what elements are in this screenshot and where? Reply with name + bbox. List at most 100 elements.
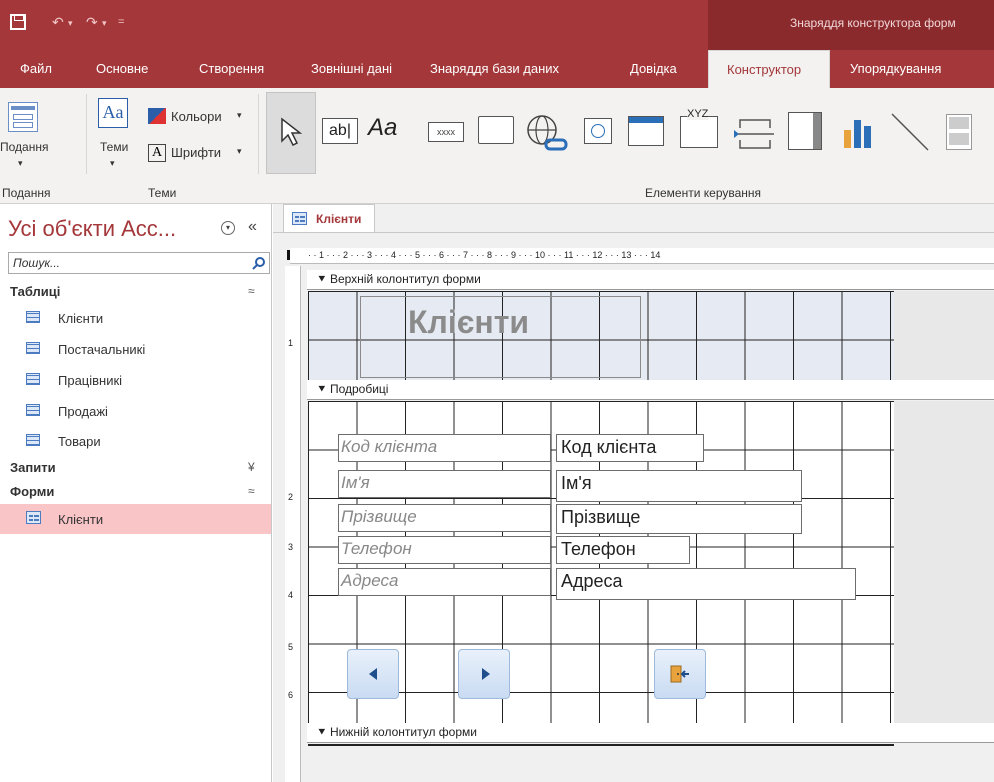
label-first-name[interactable]: Ім'я	[338, 470, 551, 498]
combo-box-icon[interactable]	[788, 112, 822, 150]
tab-database-tools[interactable]: Знаряддя бази даних	[430, 61, 559, 76]
tab-help[interactable]: Довідка	[630, 61, 677, 76]
nav-item-table-sales[interactable]: Продажі	[0, 396, 271, 426]
section-detail-bar[interactable]: ⯆ Подробиці	[307, 380, 994, 400]
nav-item-form-clients[interactable]: Клієнти	[0, 504, 271, 534]
table-icon	[26, 434, 40, 446]
group-tables[interactable]: Таблиці	[10, 284, 60, 299]
view-button[interactable]: Подання	[0, 140, 48, 154]
tab-external-data[interactable]: Зовнішні дані	[311, 61, 392, 76]
themes-icon[interactable]: Aa	[98, 98, 128, 128]
fonts-icon[interactable]: A	[148, 144, 166, 162]
nav-menu-icon[interactable]: ▾	[221, 221, 235, 235]
group-label-themes: Теми	[148, 186, 177, 200]
tab-divider	[273, 232, 994, 233]
option-group-label: XYZ	[687, 108, 709, 120]
label-phone[interactable]: Телефон	[338, 536, 551, 564]
section-footer-bar[interactable]: ⯆ Нижній колонтитул форми	[307, 723, 994, 743]
toggle-button-icon[interactable]	[946, 114, 972, 150]
label-last-name[interactable]: Прізвище	[338, 504, 551, 532]
redo-icon[interactable]: ↷	[86, 14, 98, 31]
collapse-pane-icon[interactable]: «	[248, 218, 257, 236]
textbox-address[interactable]: Адреса	[556, 568, 856, 600]
chart-icon[interactable]	[840, 116, 876, 150]
undo-icon[interactable]: ↶	[52, 14, 64, 31]
themes-dropdown-icon[interactable]: ▾	[110, 158, 115, 169]
fonts-button[interactable]: Шрифти	[171, 145, 221, 160]
redo-dropdown-icon[interactable]: ▾	[102, 18, 107, 29]
hyperlink-icon[interactable]	[524, 112, 570, 154]
form-icon	[26, 511, 41, 524]
group-queries[interactable]: Запити	[10, 460, 56, 475]
search-icon[interactable]	[252, 256, 266, 270]
textbox-tool-icon[interactable]: ab|	[322, 118, 358, 144]
select-tool-button[interactable]	[266, 92, 316, 174]
exit-door-icon	[670, 665, 689, 683]
ribbon: Подання ▾ Aa Теми ▾ Кольори ▾ A Шрифти ▾…	[0, 88, 994, 204]
group-forms[interactable]: Форми	[10, 484, 54, 499]
separator	[86, 94, 87, 174]
page-break-icon[interactable]	[734, 118, 776, 150]
chevron-up-icon[interactable]: ≈	[248, 484, 255, 498]
nav-pane-title[interactable]: Усі об'єкти Acc...	[8, 216, 176, 242]
context-title: Знаряддя конструктора форм	[708, 0, 994, 50]
previous-record-button[interactable]	[347, 649, 399, 699]
close-form-button[interactable]	[654, 649, 706, 699]
form-title-label[interactable]: Клієнти	[408, 304, 529, 341]
textbox-last-name[interactable]: Прізвище	[556, 504, 802, 534]
label-address[interactable]: Адреса	[338, 568, 551, 596]
view-dropdown-icon[interactable]: ▾	[18, 158, 23, 169]
tab-home[interactable]: Основне	[96, 61, 148, 76]
chevron-down-icon[interactable]: ¥	[248, 460, 255, 474]
footer-area	[308, 746, 994, 782]
view-icon[interactable]	[8, 102, 38, 132]
group-label-controls: Елементи керування	[645, 186, 762, 200]
tab-arrange[interactable]: Упорядкування	[850, 61, 941, 76]
title-bar: ↶ ▾ ↷ ▾ = Знаряддя конструктора форм	[0, 0, 994, 50]
colors-dropdown-icon[interactable]: ▾	[237, 110, 242, 121]
colors-icon[interactable]	[148, 108, 166, 124]
fonts-dropdown-icon[interactable]: ▾	[237, 146, 242, 157]
web-browser-icon[interactable]	[584, 118, 612, 144]
header-blank	[894, 291, 994, 381]
textbox-client-code[interactable]: Код клієнта	[556, 434, 704, 462]
tab-design[interactable]: Конструктор	[708, 50, 830, 88]
nav-item-table-products[interactable]: Товари	[0, 426, 271, 456]
nav-item-table-suppliers[interactable]: Постачальникі	[0, 334, 271, 364]
nav-item-table-clients[interactable]: Клієнти	[0, 303, 271, 333]
undo-dropdown-icon[interactable]: ▾	[68, 18, 73, 29]
table-icon	[26, 311, 40, 323]
save-icon[interactable]	[10, 14, 26, 30]
table-icon	[26, 342, 40, 354]
customize-qat-icon[interactable]: =	[118, 16, 124, 28]
next-record-button[interactable]	[458, 649, 510, 699]
textbox-phone[interactable]: Телефон	[556, 536, 690, 564]
tab-create[interactable]: Створення	[199, 61, 264, 76]
label-tool-icon[interactable]: Aa	[368, 114, 397, 142]
separator	[258, 94, 259, 174]
pointer-icon	[281, 117, 303, 147]
form-icon	[292, 212, 307, 225]
colors-button[interactable]: Кольори	[171, 109, 222, 124]
group-label-views: Подання	[2, 186, 51, 200]
tab-control-icon[interactable]	[478, 116, 514, 144]
search-input[interactable]: Пошук...	[8, 252, 270, 274]
ribbon-tabs: Файл Основне Створення Зовнішні дані Зна…	[0, 50, 994, 88]
document-tab-clients[interactable]: Клієнти	[283, 204, 375, 232]
label-client-code[interactable]: Код клієнта	[338, 434, 551, 462]
vertical-ruler: 1 2 3 4 5 6	[285, 266, 301, 782]
textbox-first-name[interactable]: Ім'я	[556, 470, 802, 502]
tab-file[interactable]: Файл	[20, 61, 52, 76]
horizontal-ruler: · · 1 · · · 2 · · · 3 · · · 4 · · · 5 · …	[290, 248, 994, 264]
themes-button[interactable]: Теми	[100, 140, 128, 154]
arrow-right-icon	[482, 668, 490, 680]
button-tool-icon[interactable]: xxxx	[428, 122, 464, 142]
nav-item-table-employees[interactable]: Працівникі	[0, 365, 271, 395]
chevron-up-icon[interactable]: ≈	[248, 284, 255, 298]
navigation-control-icon[interactable]	[628, 116, 664, 146]
section-header-bar[interactable]: ⯆ Верхній колонтитул форми	[307, 270, 994, 290]
arrow-left-icon	[369, 668, 377, 680]
line-icon[interactable]	[890, 112, 932, 152]
table-icon	[26, 404, 40, 416]
option-group-icon[interactable]: XYZ	[680, 108, 718, 148]
